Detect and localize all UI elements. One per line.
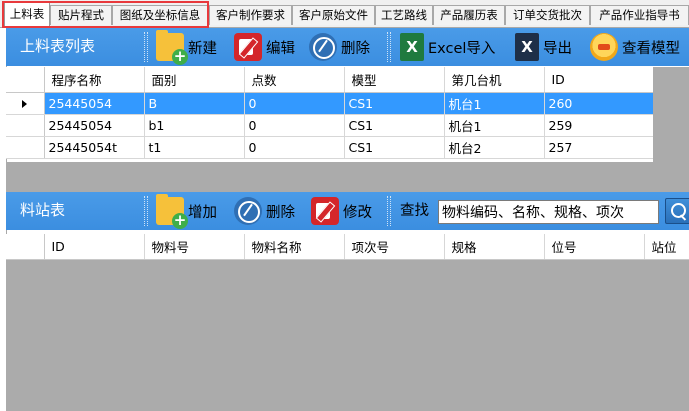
find-label: 查找 bbox=[400, 203, 429, 219]
table-row[interactable]: 25445054 b1 0 CS1 机台1 259 bbox=[6, 114, 654, 137]
feeder-list-title: 上料表列表 bbox=[20, 37, 96, 55]
search-button[interactable] bbox=[665, 198, 689, 224]
column-header[interactable]: ID bbox=[44, 234, 145, 260]
station-delete-label: 删除 bbox=[266, 204, 295, 221]
delete-icon bbox=[234, 197, 262, 225]
view-model-button[interactable]: 查看模型 bbox=[590, 31, 680, 63]
modify-button[interactable]: 修改 bbox=[311, 195, 372, 227]
excel-icon: X bbox=[400, 33, 424, 61]
cell[interactable]: 260 bbox=[544, 92, 654, 115]
tab-process-route[interactable]: 工艺路线 bbox=[375, 5, 433, 25]
cell[interactable]: 25445054 bbox=[44, 92, 145, 115]
station-delete-button[interactable]: 删除 bbox=[234, 195, 295, 227]
tab-work-instruction[interactable]: 产品作业指导书 bbox=[590, 5, 689, 25]
column-header[interactable]: 点数 bbox=[244, 67, 345, 93]
cell[interactable]: 机台1 bbox=[444, 114, 545, 137]
excel-import-button[interactable]: X Excel导入 bbox=[400, 31, 495, 63]
column-header[interactable]: 面别 bbox=[144, 67, 245, 93]
new-button-label: 新建 bbox=[188, 40, 217, 57]
grid-header-row: ID 物料号 物料名称 项次号 规格 位号 站位 bbox=[6, 234, 689, 260]
station-table-title: 料站表 bbox=[20, 201, 66, 219]
cell[interactable]: b1 bbox=[144, 114, 245, 137]
column-header[interactable]: ID bbox=[544, 67, 654, 93]
view-model-label: 查看模型 bbox=[622, 40, 680, 57]
column-header[interactable]: 程序名称 bbox=[44, 67, 145, 93]
add-button[interactable]: + 增加 bbox=[156, 194, 217, 229]
tab-strip: 上料表 贴片程式 图纸及坐标信息 客户制作要求 客户原始文件 工艺路线 产品履历… bbox=[0, 0, 689, 28]
station-table-toolbar: 料站表 + 增加 删除 修改 查找 bbox=[6, 192, 689, 230]
new-button[interactable]: + 新建 bbox=[156, 30, 217, 65]
grid-empty-area bbox=[6, 260, 689, 411]
toolbar-separator bbox=[387, 196, 391, 226]
edit-button-label: 编辑 bbox=[266, 40, 295, 57]
tab-feeder-table[interactable]: 上料表 bbox=[4, 2, 50, 26]
column-header[interactable]: 模型 bbox=[344, 67, 445, 93]
cell[interactable]: 0 bbox=[244, 92, 345, 115]
export-button-label: 导出 bbox=[543, 40, 572, 57]
cell[interactable]: 机台2 bbox=[444, 136, 545, 159]
toolbar-separator bbox=[144, 32, 148, 62]
edit-icon bbox=[234, 33, 262, 61]
toolbar-separator bbox=[387, 32, 391, 62]
grid-header-row: 程序名称 面别 点数 模型 第几台机 ID bbox=[6, 67, 654, 93]
delete-icon bbox=[309, 33, 337, 61]
row-selector[interactable] bbox=[6, 92, 45, 115]
column-header[interactable]: 位号 bbox=[544, 234, 645, 260]
table-row[interactable]: 25445054 B 0 CS1 机台1 260 bbox=[6, 92, 654, 115]
edit-button[interactable]: 编辑 bbox=[234, 31, 295, 63]
column-header[interactable]: 站位 bbox=[644, 234, 689, 260]
cell[interactable]: 259 bbox=[544, 114, 654, 137]
new-folder-icon: + bbox=[156, 30, 188, 65]
cell[interactable]: 机台1 bbox=[444, 92, 545, 115]
cell[interactable]: 257 bbox=[544, 136, 654, 159]
cell[interactable]: 25445054t bbox=[44, 136, 145, 159]
search-icon bbox=[665, 198, 689, 224]
cell[interactable]: 25445054 bbox=[44, 114, 145, 137]
row-selector[interactable] bbox=[6, 114, 45, 137]
add-folder-icon: + bbox=[156, 194, 188, 229]
column-header[interactable]: 项次号 bbox=[344, 234, 445, 260]
grid-empty-area bbox=[6, 162, 689, 192]
search-input[interactable] bbox=[438, 200, 659, 224]
modify-button-label: 修改 bbox=[343, 204, 372, 221]
cell[interactable]: B bbox=[144, 92, 245, 115]
cell[interactable]: CS1 bbox=[344, 92, 445, 115]
delete-button-label: 删除 bbox=[341, 40, 370, 57]
column-header[interactable]: 物料号 bbox=[144, 234, 245, 260]
model-icon bbox=[590, 33, 618, 61]
feeder-list-toolbar: 上料表列表 + 新建 编辑 删除 X Excel导入 X 导出 查看模型 bbox=[6, 28, 689, 66]
tab-customer-original-files[interactable]: 客户原始文件 bbox=[292, 5, 375, 25]
cell[interactable]: 0 bbox=[244, 136, 345, 159]
toolbar-separator bbox=[144, 196, 148, 226]
row-selector[interactable] bbox=[6, 136, 45, 159]
grid-empty-area bbox=[653, 67, 689, 162]
tab-placement-program[interactable]: 贴片程式 bbox=[50, 5, 112, 25]
column-header[interactable]: 规格 bbox=[444, 234, 545, 260]
excel-import-label: Excel导入 bbox=[428, 40, 496, 57]
table-row[interactable]: 25445054t t1 0 CS1 机台2 257 bbox=[6, 136, 654, 159]
cell[interactable]: CS1 bbox=[344, 114, 445, 137]
cell[interactable]: CS1 bbox=[344, 136, 445, 159]
tab-drawing-coordinates[interactable]: 图纸及坐标信息 bbox=[112, 5, 208, 25]
feeder-list-grid: 程序名称 面别 点数 模型 第几台机 ID 25445054 B 0 CS1 机… bbox=[6, 67, 654, 159]
column-header[interactable]: 第几台机 bbox=[444, 67, 545, 93]
tab-order-delivery-batch[interactable]: 订单交货批次 bbox=[505, 5, 590, 25]
delete-button[interactable]: 删除 bbox=[309, 31, 370, 63]
cell[interactable]: 0 bbox=[244, 114, 345, 137]
add-button-label: 增加 bbox=[188, 204, 217, 221]
edit-icon bbox=[311, 197, 339, 225]
current-row-icon bbox=[22, 99, 28, 108]
tab-product-history[interactable]: 产品履历表 bbox=[433, 5, 505, 25]
row-header-corner bbox=[6, 67, 45, 93]
tab-customer-requirements[interactable]: 客户制作要求 bbox=[209, 5, 292, 25]
column-header[interactable]: 物料名称 bbox=[244, 234, 345, 260]
row-header-corner bbox=[6, 234, 45, 260]
export-button[interactable]: X 导出 bbox=[515, 31, 572, 63]
export-icon: X bbox=[515, 33, 539, 61]
station-table-grid: ID 物料号 物料名称 项次号 规格 位号 站位 bbox=[6, 234, 689, 260]
cell[interactable]: t1 bbox=[144, 136, 245, 159]
